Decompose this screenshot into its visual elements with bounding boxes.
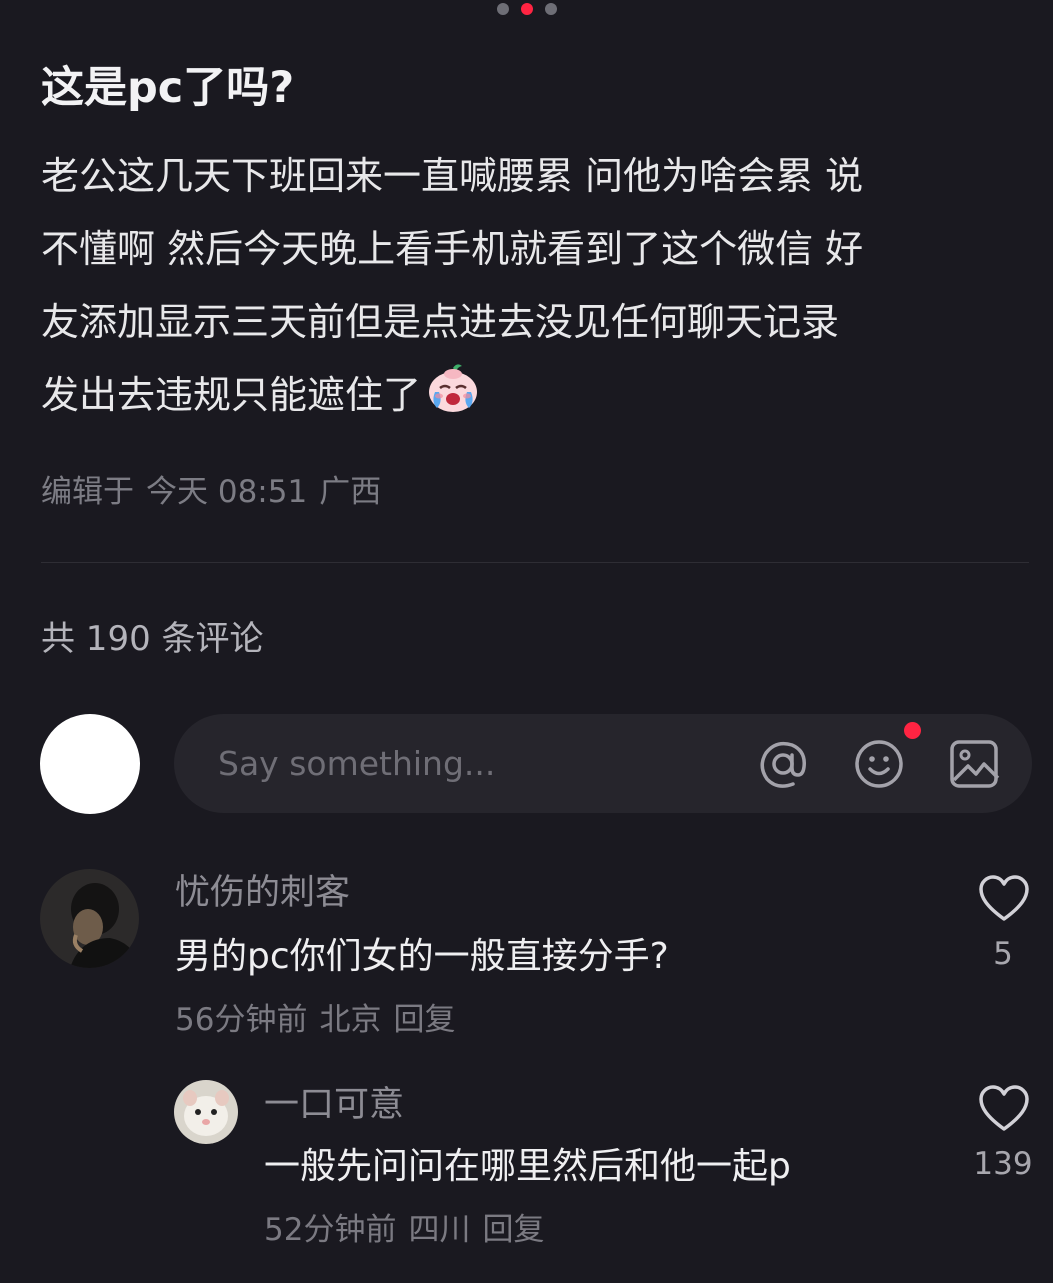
my-avatar[interactable] — [40, 714, 140, 814]
post-body: 老公这几天下班回来一直喊腰累 问他为啥会累 说 不懂啊 然后今天晚上看手机就看到… — [41, 140, 1026, 432]
post-body-line-text: 发出去违规只能遮住了 — [41, 373, 422, 417]
post-body-line: 老公这几天下班回来一直喊腰累 问他为啥会累 说 — [41, 154, 864, 198]
post-title: 这是pc了吗? — [41, 63, 295, 113]
carousel-dot-active[interactable] — [520, 3, 533, 15]
post-location: 广西 — [319, 474, 382, 510]
comment-location: 北京 — [319, 1002, 382, 1038]
carousel-indicator — [0, 3, 1053, 15]
like-heart-icon[interactable] — [978, 875, 1030, 923]
post-body-line: 不懂啊 然后今天晚上看手机就看到了这个微信 好 — [41, 227, 864, 271]
comment-location: 四川 — [408, 1212, 471, 1248]
reply-button[interactable]: 回复 — [482, 1212, 544, 1248]
comment-username[interactable]: 忧伤的刺客 — [175, 870, 350, 916]
carousel-dot[interactable] — [496, 3, 509, 15]
comment-time: 56分钟前 — [175, 1002, 308, 1038]
post-body-line-last: 发出去违规只能遮住了 — [41, 359, 1026, 432]
comment-count: 共 190 条评论 — [41, 619, 264, 659]
commenter-avatar[interactable] — [40, 869, 139, 968]
comment-meta: 56分钟前 北京 回复 — [175, 998, 455, 1042]
edited-label: 编辑于 — [41, 474, 134, 510]
at-icon[interactable] — [757, 738, 809, 790]
comment-input-placeholder: Say something... — [218, 744, 496, 783]
reply-button[interactable]: 回复 — [393, 1002, 455, 1038]
like-count: 5 — [993, 936, 1013, 972]
commenter-avatar[interactable] — [174, 1080, 238, 1144]
edited-time: 今天 08:51 — [146, 474, 308, 510]
post-body-line: 友添加显示三天前但是点进去没见任何聊天记录 — [41, 300, 840, 344]
comment-username[interactable]: 一口可意 — [264, 1082, 404, 1128]
emoji-icon[interactable] — [853, 738, 905, 790]
like-count: 139 — [973, 1146, 1033, 1182]
carousel-dot[interactable] — [544, 3, 557, 15]
comment-text[interactable]: 一般先问问在哪里然后和他一起p — [264, 1142, 791, 1192]
comment-meta: 52分钟前 四川 回复 — [264, 1208, 544, 1252]
comment-time: 52分钟前 — [264, 1212, 397, 1248]
image-icon[interactable] — [948, 738, 1000, 790]
post-meta: 编辑于 今天 08:51 广西 — [41, 470, 381, 514]
comment-text[interactable]: 男的pc你们女的一般直接分手? — [175, 932, 669, 982]
crying-face-emoji-icon — [425, 360, 481, 416]
like-heart-icon[interactable] — [978, 1085, 1030, 1133]
divider — [41, 562, 1029, 563]
emoji-notification-dot — [904, 722, 921, 739]
